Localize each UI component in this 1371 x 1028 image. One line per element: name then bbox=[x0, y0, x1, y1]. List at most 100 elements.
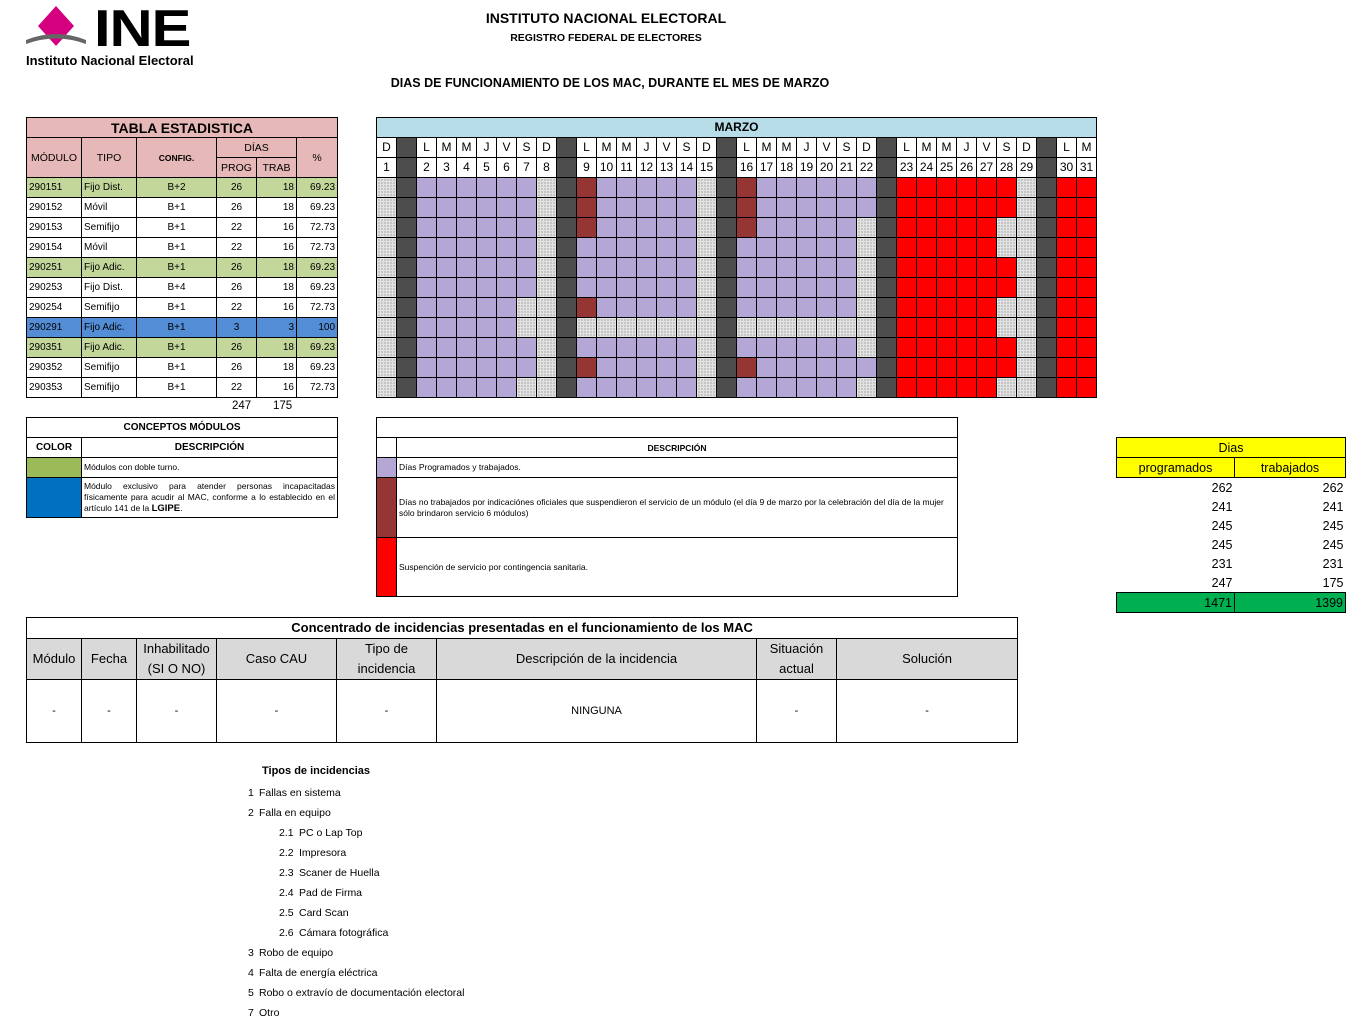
day-status-cell bbox=[796, 297, 817, 318]
day-status-cell bbox=[376, 337, 397, 358]
day-status-cell bbox=[836, 257, 857, 278]
dias-row: 245 245 bbox=[1117, 516, 1346, 535]
day-status-cell bbox=[436, 337, 457, 358]
day-status-cell bbox=[976, 377, 997, 398]
day-status-cell bbox=[676, 357, 697, 378]
day-status-cell bbox=[1056, 377, 1077, 398]
stats-cell-pct: 72.73 bbox=[295, 377, 339, 398]
dias-trabajados: 262 bbox=[1322, 480, 1344, 495]
week-separator bbox=[396, 257, 417, 278]
tipo-number: 2 bbox=[248, 807, 254, 819]
stats-row: 290152 Móvil B+1 26 18 69.23 bbox=[26, 197, 339, 218]
weekday-label: M bbox=[776, 137, 797, 158]
tipo-label: Card Scan bbox=[299, 907, 349, 919]
day-status-cell bbox=[1016, 317, 1037, 338]
calendar-module-row bbox=[376, 357, 1097, 378]
stats-cell-prog: 22 bbox=[216, 237, 257, 258]
week-separator bbox=[716, 257, 737, 278]
incidencias-header: Descripción de la incidencia bbox=[436, 638, 757, 680]
day-status-cell bbox=[976, 337, 997, 358]
calendar-module-row bbox=[376, 237, 1097, 258]
day-status-cell bbox=[1016, 237, 1037, 258]
day-status-cell bbox=[936, 337, 957, 358]
day-status-cell bbox=[676, 177, 697, 198]
registry-subtitle: REGISTRO FEDERAL DE ELECTORES bbox=[510, 32, 702, 44]
day-status-cell bbox=[976, 197, 997, 218]
day-status-cell bbox=[776, 377, 797, 398]
dias-trabajados: 245 bbox=[1322, 537, 1344, 552]
tipo-number: 3 bbox=[248, 947, 254, 959]
day-status-cell bbox=[896, 377, 917, 398]
day-status-cell bbox=[896, 277, 917, 298]
day-status-cell bbox=[536, 257, 557, 278]
week-separator bbox=[556, 177, 577, 198]
incidencias-header: Módulo bbox=[26, 638, 82, 680]
day-status-cell bbox=[996, 337, 1017, 358]
incidencias-cell: - bbox=[26, 679, 82, 743]
day-status-cell bbox=[616, 317, 637, 338]
incidencias-cell: - bbox=[81, 679, 137, 743]
stats-cell-config: B+1 bbox=[136, 357, 217, 378]
day-status-cell bbox=[756, 217, 777, 238]
week-separator bbox=[716, 277, 737, 298]
day-status-cell bbox=[776, 297, 797, 318]
day-status-cell bbox=[756, 277, 777, 298]
dias-trabajados: 245 bbox=[1322, 518, 1344, 533]
col-dias: DÍAS bbox=[216, 137, 297, 158]
incidencias-cell: - bbox=[336, 679, 437, 743]
day-status-cell bbox=[936, 257, 957, 278]
day-number: 4 bbox=[456, 157, 477, 178]
day-number: 19 bbox=[796, 157, 817, 178]
day-status-cell bbox=[776, 197, 797, 218]
concepto-desc: Módulo exclusivo para atender personas i… bbox=[80, 477, 339, 518]
day-status-cell bbox=[936, 217, 957, 238]
day-status-cell bbox=[616, 217, 637, 238]
week-separator bbox=[1036, 157, 1057, 178]
stats-cell-config: B+4 bbox=[136, 277, 217, 298]
day-number: 6 bbox=[496, 157, 517, 178]
stats-cell-pct: 72.73 bbox=[295, 237, 339, 258]
day-status-cell bbox=[476, 237, 497, 258]
stats-cell-prog: 22 bbox=[216, 297, 257, 318]
day-status-cell bbox=[696, 237, 717, 258]
weekday-label: L bbox=[736, 137, 757, 158]
day-status-cell bbox=[996, 197, 1017, 218]
week-separator bbox=[1036, 257, 1057, 278]
day-number: 15 bbox=[696, 157, 717, 178]
day-status-cell bbox=[576, 297, 597, 318]
day-status-cell bbox=[656, 297, 677, 318]
day-status-cell bbox=[616, 277, 637, 298]
day-status-cell bbox=[436, 317, 457, 338]
dias-programados: 247 bbox=[1211, 575, 1233, 590]
day-status-cell bbox=[736, 177, 757, 198]
day-status-cell bbox=[896, 297, 917, 318]
weekday-label: S bbox=[836, 137, 857, 158]
day-status-cell bbox=[636, 237, 657, 258]
weekday-label: M bbox=[456, 137, 477, 158]
day-status-cell bbox=[956, 337, 977, 358]
incidencias-header: Solución bbox=[835, 638, 1019, 680]
legend-header: DESCRIPCIÓN bbox=[396, 437, 958, 458]
dias-row: 245 245 bbox=[1117, 535, 1346, 554]
week-separator bbox=[876, 177, 897, 198]
stats-cell-modulo: 290251 bbox=[26, 257, 82, 278]
week-separator bbox=[556, 357, 577, 378]
day-status-cell bbox=[676, 277, 697, 298]
stats-cell-trab: 16 bbox=[256, 297, 297, 318]
day-status-cell bbox=[596, 297, 617, 318]
day-status-cell bbox=[516, 317, 537, 338]
day-status-cell bbox=[916, 177, 937, 198]
day-number: 25 bbox=[936, 157, 957, 178]
day-status-cell bbox=[496, 357, 517, 378]
day-status-cell bbox=[696, 377, 717, 398]
day-status-cell bbox=[596, 237, 617, 258]
stats-cell-prog: 26 bbox=[216, 337, 257, 358]
stats-cell-modulo: 290353 bbox=[26, 377, 82, 398]
day-status-cell bbox=[616, 177, 637, 198]
weekday-label: L bbox=[576, 137, 597, 158]
day-status-cell bbox=[536, 217, 557, 238]
day-status-cell bbox=[1016, 377, 1037, 398]
day-status-cell bbox=[996, 277, 1017, 298]
day-status-cell bbox=[696, 217, 717, 238]
day-status-cell bbox=[436, 177, 457, 198]
